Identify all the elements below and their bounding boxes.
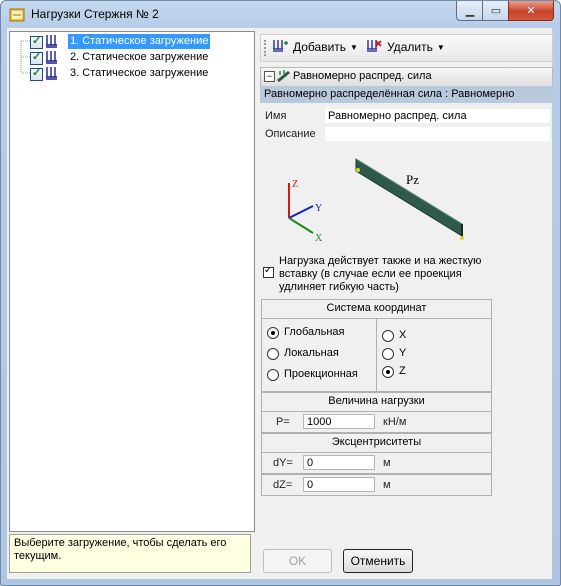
close-button[interactable]: ✕: [508, 1, 554, 21]
coord-system-header: Система координат: [261, 299, 492, 319]
radio-axis-x-label[interactable]: X: [399, 329, 406, 341]
load-case-icon: [46, 35, 57, 48]
magnitude-input[interactable]: 1000: [303, 414, 375, 429]
dy-unit: м: [383, 457, 391, 469]
tree-item-checkbox[interactable]: ✓: [30, 51, 43, 65]
load-diagram: Z Y X Pz: [288, 158, 464, 243]
dialog-body: ✓ 1. Статическое загружение ✓ 2. Статиче…: [7, 28, 553, 579]
tree-item[interactable]: ✓ 2. Статическое загружение: [10, 50, 254, 66]
maximize-icon: ▭: [490, 5, 502, 17]
magnitude-title: Величина нагрузки: [328, 395, 425, 407]
minimize-icon: ▁: [465, 5, 475, 17]
radio-local-label[interactable]: Локальная: [284, 347, 339, 359]
hint-panel: Выберите загружение, чтобы сделать его т…: [9, 534, 251, 573]
dz-row: dZ= 0 м: [261, 474, 492, 496]
dz-input[interactable]: 0: [303, 477, 375, 492]
tree-item-checkbox[interactable]: ✓: [30, 67, 43, 81]
app-icon: [9, 8, 25, 22]
svg-text:Pz: Pz: [406, 172, 419, 187]
radio-global-label[interactable]: Глобальная: [284, 326, 344, 338]
check-icon: ✓: [264, 265, 273, 276]
dy-row: dY= 0 м: [261, 452, 492, 474]
coord-system-type-group: Глобальная Локальная Проекционная: [261, 318, 377, 392]
eccentricities-header: Эксцентриситеты: [261, 433, 492, 453]
maximize-button[interactable]: ▭: [482, 1, 510, 21]
tree-item-checkbox[interactable]: ✓: [30, 35, 43, 49]
description-label: Описание: [265, 128, 316, 140]
add-button[interactable]: Добавить ▼: [271, 38, 358, 56]
radio-selected-dot: [386, 370, 390, 374]
radio-axis-z[interactable]: [382, 366, 394, 378]
coordinate-axes-icon: Z Y X: [288, 179, 323, 243]
magnitude-header: Величина нагрузки: [261, 392, 492, 412]
chevron-down-icon: ▼: [350, 42, 358, 52]
tree-item[interactable]: ✓ 3. Статическое загружение: [10, 66, 254, 82]
chevron-down-icon: ▼: [436, 42, 445, 52]
svg-text:Z: Z: [292, 179, 298, 190]
title-bar[interactable]: Нагрузки Стержня № 2 ▁ ▭ ✕: [1, 1, 560, 27]
eccentricities-title: Эксцентриситеты: [331, 436, 422, 448]
cancel-button[interactable]: Отменить: [343, 549, 413, 573]
magnitude-row: P= 1000 кН/м: [261, 411, 492, 433]
collapse-icon[interactable]: −: [264, 71, 275, 82]
toolbar: Добавить ▼ Удалить ▼: [260, 34, 553, 62]
loadcase-tree[interactable]: ✓ 1. Статическое загружение ✓ 2. Статиче…: [9, 31, 255, 532]
dz-unit: м: [383, 479, 391, 491]
svg-text:Y: Y: [315, 203, 322, 214]
distributed-load-icon: [277, 70, 290, 83]
coord-system-title: Система координат: [326, 302, 427, 314]
radio-projection-label[interactable]: Проекционная: [284, 368, 358, 380]
description-field[interactable]: [325, 127, 550, 141]
rigid-insert-label: Нагрузка действует также и на жесткую вс…: [279, 255, 482, 293]
delete-load-icon: [367, 40, 382, 52]
property-group-title: Равномерно распред. сила: [293, 70, 432, 82]
dy-input[interactable]: 0: [303, 455, 375, 470]
window-title: Нагрузки Стержня № 2: [31, 7, 159, 21]
axis-direction-group: X Y Z: [376, 318, 492, 392]
ok-button[interactable]: OK: [263, 549, 332, 573]
radio-local[interactable]: [267, 348, 279, 360]
radio-axis-y-label[interactable]: Y: [399, 347, 406, 359]
property-subheader: Равномерно распределённая сила : Равноме…: [260, 86, 553, 103]
dy-label: dY=: [273, 457, 293, 469]
dz-label: dZ=: [273, 479, 293, 491]
rigid-insert-checkbox[interactable]: ✓: [263, 265, 274, 278]
check-icon: ✓: [32, 35, 42, 47]
check-icon: ✓: [32, 67, 42, 79]
toolbar-grip: [264, 40, 268, 56]
minimize-button[interactable]: ▁: [456, 1, 484, 21]
beam-drawing: Pz: [355, 158, 464, 240]
radio-axis-z-label[interactable]: Z: [399, 365, 406, 377]
close-icon: ✕: [526, 5, 536, 17]
tree-item[interactable]: ✓ 1. Статическое загружение: [10, 34, 254, 50]
add-load-icon: [273, 40, 288, 52]
magnitude-label: P=: [276, 416, 290, 428]
load-case-icon: [46, 67, 57, 80]
load-case-icon: [46, 51, 57, 64]
add-button-label: Добавить: [293, 40, 347, 54]
tree-item-label[interactable]: 2. Статическое загружение: [68, 50, 210, 65]
tree-item-label[interactable]: 3. Статическое загружение: [68, 66, 210, 81]
delete-button-label: Удалить: [387, 40, 433, 54]
svg-text:X: X: [315, 233, 323, 243]
radio-global[interactable]: [267, 327, 279, 339]
name-field[interactable]: Равномерно распред. сила: [325, 109, 550, 123]
radio-axis-y[interactable]: [382, 348, 394, 360]
check-icon: ✓: [32, 51, 42, 63]
name-label: Имя: [265, 110, 287, 122]
dialog-window: Нагрузки Стержня № 2 ▁ ▭ ✕ ✓ 1. Статичес…: [0, 0, 561, 586]
radio-projection[interactable]: [267, 369, 279, 381]
magnitude-unit: кН/м: [383, 416, 407, 428]
property-group-header[interactable]: − Равномерно распред. сила: [260, 67, 553, 87]
radio-selected-dot: [271, 331, 275, 335]
delete-button[interactable]: Удалить ▼: [365, 38, 445, 56]
tree-item-label[interactable]: 1. Статическое загружение: [68, 34, 211, 49]
radio-axis-x[interactable]: [382, 330, 394, 342]
